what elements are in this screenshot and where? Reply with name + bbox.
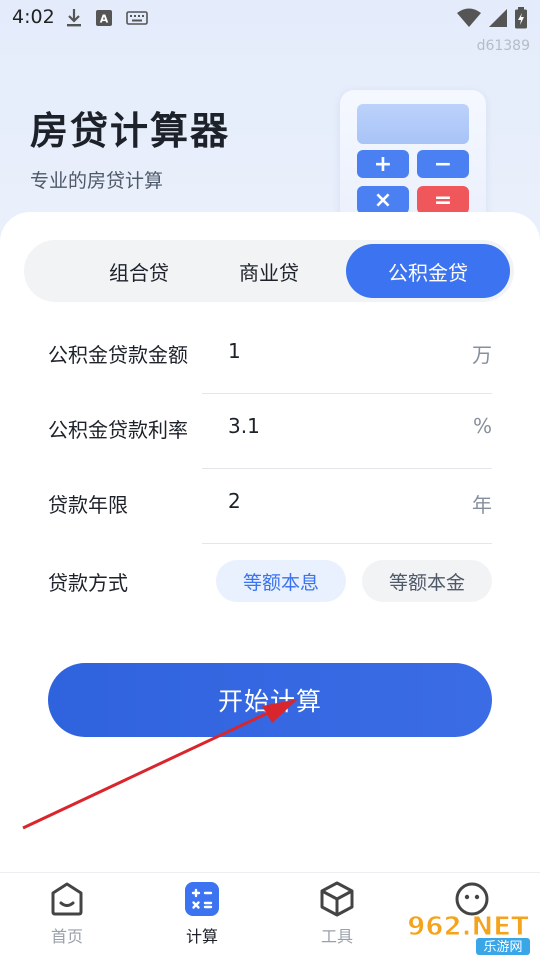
amount-label: 公积金贷款金额	[48, 343, 188, 367]
battery-icon	[515, 7, 527, 29]
page-subtitle: 专业的房贷计算	[30, 170, 164, 192]
status-time: 4:02	[12, 6, 55, 28]
equal-principal-option[interactable]: 等额本金	[362, 560, 492, 602]
years-label: 贷款年限	[48, 493, 128, 517]
years-unit: 年	[472, 493, 492, 517]
minus-key-icon: −	[417, 150, 469, 178]
amount-unit: 万	[472, 343, 492, 367]
equals-key-icon: =	[417, 186, 469, 214]
keyboard-icon	[126, 11, 148, 25]
download-icon	[67, 9, 81, 27]
cube-icon	[320, 881, 354, 917]
calculator-screen	[357, 104, 469, 144]
years-row: 贷款年限 2 年	[0, 469, 540, 544]
text-a-icon: A	[96, 10, 112, 26]
rate-unit: %	[472, 414, 492, 438]
start-calculate-button[interactable]: 开始计算	[48, 663, 492, 737]
plus-key-icon: +	[357, 150, 409, 178]
svg-text:A: A	[100, 13, 109, 26]
amount-row: 公积金贷款金额 1 万	[0, 319, 540, 394]
calculator-card: 组合贷 商业贷 公积金贷 公积金贷款金额 1 万 公积金贷款利率 3.1 % 贷…	[0, 212, 540, 872]
status-system-icons	[456, 7, 528, 29]
nav-label-calculate: 计算	[185, 927, 218, 946]
watermark-text: 962.NET	[407, 912, 529, 942]
nav-label-tools: 工具	[320, 927, 353, 946]
device-code: d61389	[476, 38, 530, 54]
times-key-icon: ×	[357, 186, 409, 214]
rate-row: 公积金贷款利率 3.1 %	[0, 394, 540, 469]
nav-item-home[interactable]: 首页	[27, 881, 107, 957]
nav-item-tools[interactable]: 工具	[297, 881, 377, 957]
watermark-logo: 962.NET 乐游网	[407, 912, 530, 955]
home-icon	[51, 882, 83, 916]
method-label: 贷款方式	[48, 571, 128, 595]
status-notification-icons: A	[66, 8, 148, 28]
rate-input[interactable]: 3.1 %	[202, 394, 492, 469]
years-value[interactable]: 2	[228, 489, 241, 513]
nav-item-calculate[interactable]: 计算	[162, 881, 242, 957]
page-title: 房贷计算器	[30, 109, 231, 153]
years-input[interactable]: 2 年	[202, 469, 492, 544]
watermark-subtext: 乐游网	[483, 940, 522, 955]
amount-input[interactable]: 1 万	[202, 319, 492, 394]
signal-icon	[489, 9, 507, 27]
calculator-icon	[185, 882, 219, 916]
tab-commercial-loan[interactable]: 商业贷	[188, 244, 350, 298]
tab-provident-fund-loan[interactable]: 公积金贷	[346, 244, 510, 298]
status-bar: 4:02 A	[0, 0, 540, 40]
loan-type-tabs: 组合贷 商业贷 公积金贷	[24, 240, 514, 302]
rate-label: 公积金贷款利率	[48, 418, 188, 442]
amount-value[interactable]: 1	[228, 339, 241, 363]
rate-value[interactable]: 3.1	[228, 414, 260, 438]
wifi-icon	[457, 8, 481, 27]
equal-installment-option[interactable]: 等额本息	[216, 560, 346, 602]
method-row: 贷款方式 等额本息 等额本金	[0, 547, 540, 622]
nav-label-home: 首页	[50, 927, 83, 946]
